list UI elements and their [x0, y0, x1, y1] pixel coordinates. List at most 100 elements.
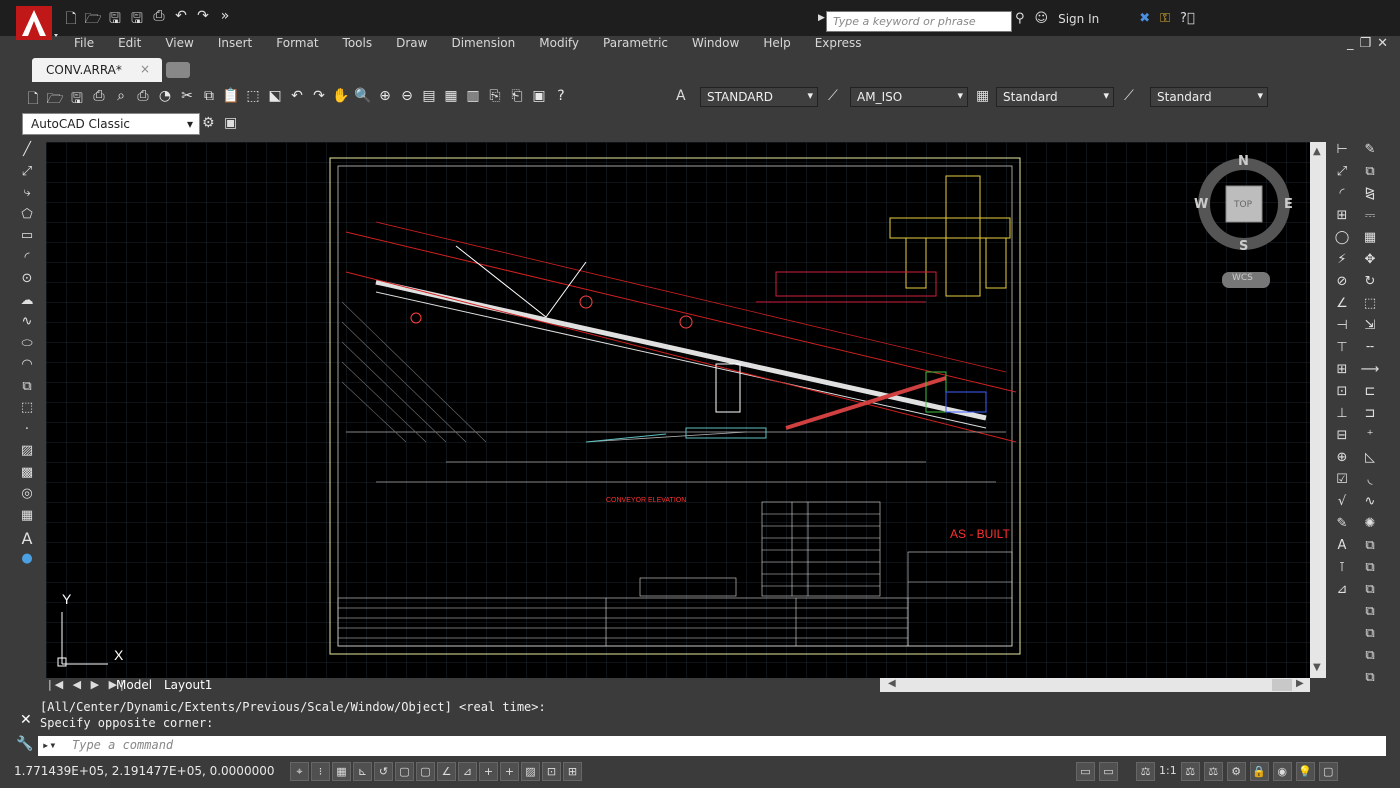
mirror-icon[interactable]: ⧎ [1358, 186, 1382, 208]
layer-iso-icon[interactable]: ⧉ [1358, 604, 1382, 626]
object-snap-icon[interactable]: ▢ [395, 762, 414, 781]
trim-icon[interactable]: ╌ [1358, 340, 1382, 362]
menu-edit[interactable]: Edit [106, 36, 153, 54]
dimension-space-icon[interactable]: ⊡ [1330, 384, 1354, 406]
continue-dimension-icon[interactable]: ⊞ [1330, 362, 1354, 384]
quick-properties-icon[interactable]: ⊡ [542, 762, 561, 781]
hatch-icon[interactable]: ▨ [14, 443, 40, 465]
cut-icon[interactable]: ✂ [178, 88, 196, 112]
search-input[interactable]: Type a keyword or phrase [826, 11, 1012, 32]
break-icon[interactable]: ⊐ [1358, 406, 1382, 428]
isolate-objects-icon[interactable]: 💡 [1295, 762, 1315, 781]
table-icon[interactable]: ▦ [14, 508, 40, 530]
selection-cycling-icon[interactable]: ⊞ [563, 762, 582, 781]
gradient-icon[interactable]: ▩ [14, 465, 40, 487]
insert-block-icon[interactable]: ⧉ [14, 379, 40, 401]
workspace-select[interactable]: AutoCAD Classic ▾ [22, 113, 200, 135]
layer-match-icon[interactable]: ⧉ [1358, 648, 1382, 670]
quick-view-layouts-icon[interactable]: ▭ [1099, 762, 1118, 781]
autocad-logo-icon[interactable] [16, 6, 58, 42]
viewcube-north[interactable]: N [1238, 154, 1249, 169]
join-icon[interactable]: ⁺ [1358, 428, 1382, 450]
layer-icon[interactable]: ⧉ [1358, 538, 1382, 560]
dimension-break-icon[interactable]: ⊥ [1330, 406, 1354, 428]
extend-icon[interactable]: ⟶ [1358, 362, 1382, 384]
workspace-toolbar-icon[interactable]: ▣ [224, 115, 237, 131]
radius-dimension-icon[interactable]: ◯ [1330, 230, 1354, 252]
move-icon[interactable]: ✥ [1358, 252, 1382, 274]
fillet-icon[interactable]: ◟ [1358, 472, 1382, 494]
explode-icon[interactable]: ✺ [1358, 516, 1382, 538]
calculator-icon[interactable]: ▣ [530, 88, 548, 112]
coordinate-readout[interactable]: 1.771439E+05, 2.191477E+05, 0.0000000 [14, 764, 274, 778]
new-icon[interactable]: 🗋 [24, 88, 42, 112]
new-icon[interactable]: 🗋 [62, 8, 80, 32]
dimension-text-edit-icon[interactable]: A [1330, 538, 1354, 560]
dimension-style-icon[interactable]: ⊿ [1330, 582, 1354, 604]
viewcube-west[interactable]: W [1194, 197, 1208, 212]
plot-preview-icon[interactable]: ⌕ [112, 88, 130, 112]
tab-model[interactable]: Model [116, 678, 152, 692]
design-center-icon[interactable]: ▦ [442, 88, 460, 112]
vertical-scrollbar[interactable]: ▲ ▼ [1310, 142, 1326, 678]
model-space-canvas[interactable]: CONVEYOR ELEVATION AS - BUILT Y X N S W … [46, 142, 1310, 678]
plot-icon[interactable]: ⎙ [150, 8, 168, 32]
quick-dimension-icon[interactable]: ⊣ [1330, 318, 1354, 340]
clean-screen-icon[interactable]: ▢ [1318, 762, 1338, 781]
annotation-scale-icon[interactable]: ⚖ [1136, 762, 1155, 781]
new-tab-button[interactable] [166, 62, 190, 78]
menu-format[interactable]: Format [264, 36, 330, 54]
make-block-icon[interactable]: ⬚ [14, 400, 40, 422]
plot-icon[interactable]: ⎙ [90, 88, 108, 112]
annotation-scale-value[interactable]: 1:1 [1159, 762, 1177, 781]
revision-cloud-icon[interactable]: ☁ [14, 293, 40, 315]
tool-palettes-icon[interactable]: ▥ [464, 88, 482, 112]
wcs-menu[interactable]: WCS [1232, 273, 1253, 283]
offset-icon[interactable]: ⎓ [1358, 208, 1382, 230]
rotate-icon[interactable]: ↻ [1358, 274, 1382, 296]
scroll-left-icon[interactable]: ◀ [888, 678, 896, 689]
block-editor-icon[interactable]: ⬕ [266, 88, 284, 112]
lock-icon[interactable]: 🔒 [1249, 762, 1269, 781]
scroll-up-icon[interactable]: ▲ [1313, 146, 1321, 157]
horizontal-scrollbar[interactable]: ◀ ▶ [880, 678, 1310, 692]
region-icon[interactable]: ◎ [14, 486, 40, 508]
dynamic-ucs-icon[interactable]: ⊿ [458, 762, 477, 781]
redo-icon[interactable]: ↷ [310, 88, 328, 112]
command-input[interactable]: ▸▾ Type a command [38, 736, 1386, 756]
polygon-icon[interactable]: ⬠ [14, 207, 40, 229]
menu-insert[interactable]: Insert [206, 36, 264, 54]
dimension-edit-icon[interactable]: ✎ [1330, 516, 1354, 538]
snap-mode-icon[interactable]: ⁝ [311, 762, 330, 781]
dynamic-input-icon[interactable]: + [479, 762, 498, 781]
scale-icon[interactable]: ⬚ [1358, 296, 1382, 318]
layer-freeze-icon[interactable]: ⧉ [1358, 670, 1382, 692]
save-as-icon[interactable]: 🖫 [128, 8, 146, 32]
ellipse-icon[interactable]: ⬭ [14, 336, 40, 358]
qat-more-icon[interactable]: » [216, 8, 234, 32]
menu-window[interactable]: Window [680, 36, 751, 54]
stretch-icon[interactable]: ⇲ [1358, 318, 1382, 340]
blend-curves-icon[interactable]: ∿ [1358, 494, 1382, 516]
line-icon[interactable]: ╱ [14, 142, 40, 164]
publish-icon[interactable]: ⎙ [134, 88, 152, 112]
angular-dimension-icon[interactable]: ∠ [1330, 296, 1354, 318]
arc-icon[interactable]: ◜ [14, 250, 40, 272]
copy-object-icon[interactable]: ⧉ [1358, 164, 1382, 186]
break-at-point-icon[interactable]: ⊏ [1358, 384, 1382, 406]
table-style-select[interactable]: Standard ▾ [996, 87, 1114, 107]
menu-draw[interactable]: Draw [384, 36, 439, 54]
close-icon[interactable]: ✕ [1377, 36, 1394, 51]
erase-icon[interactable]: ✎ [1358, 142, 1382, 164]
viewcube-east[interactable]: E [1284, 197, 1293, 212]
spline-icon[interactable]: ∿ [14, 314, 40, 336]
object-snap-tracking-icon[interactable]: ∠ [437, 762, 456, 781]
scroll-down-icon[interactable]: ▼ [1313, 662, 1321, 673]
binoculars-icon[interactable]: ⚲ [1015, 11, 1025, 26]
search-expand-icon[interactable]: ▶ [818, 13, 825, 23]
ordinate-dimension-icon[interactable]: ⊞ [1330, 208, 1354, 230]
close-command-line-icon[interactable]: ✕ [20, 712, 32, 728]
properties-icon[interactable]: ▤ [420, 88, 438, 112]
sign-in-link[interactable]: Sign In [1058, 12, 1099, 26]
hardware-acceleration-icon[interactable]: ◉ [1272, 762, 1292, 781]
